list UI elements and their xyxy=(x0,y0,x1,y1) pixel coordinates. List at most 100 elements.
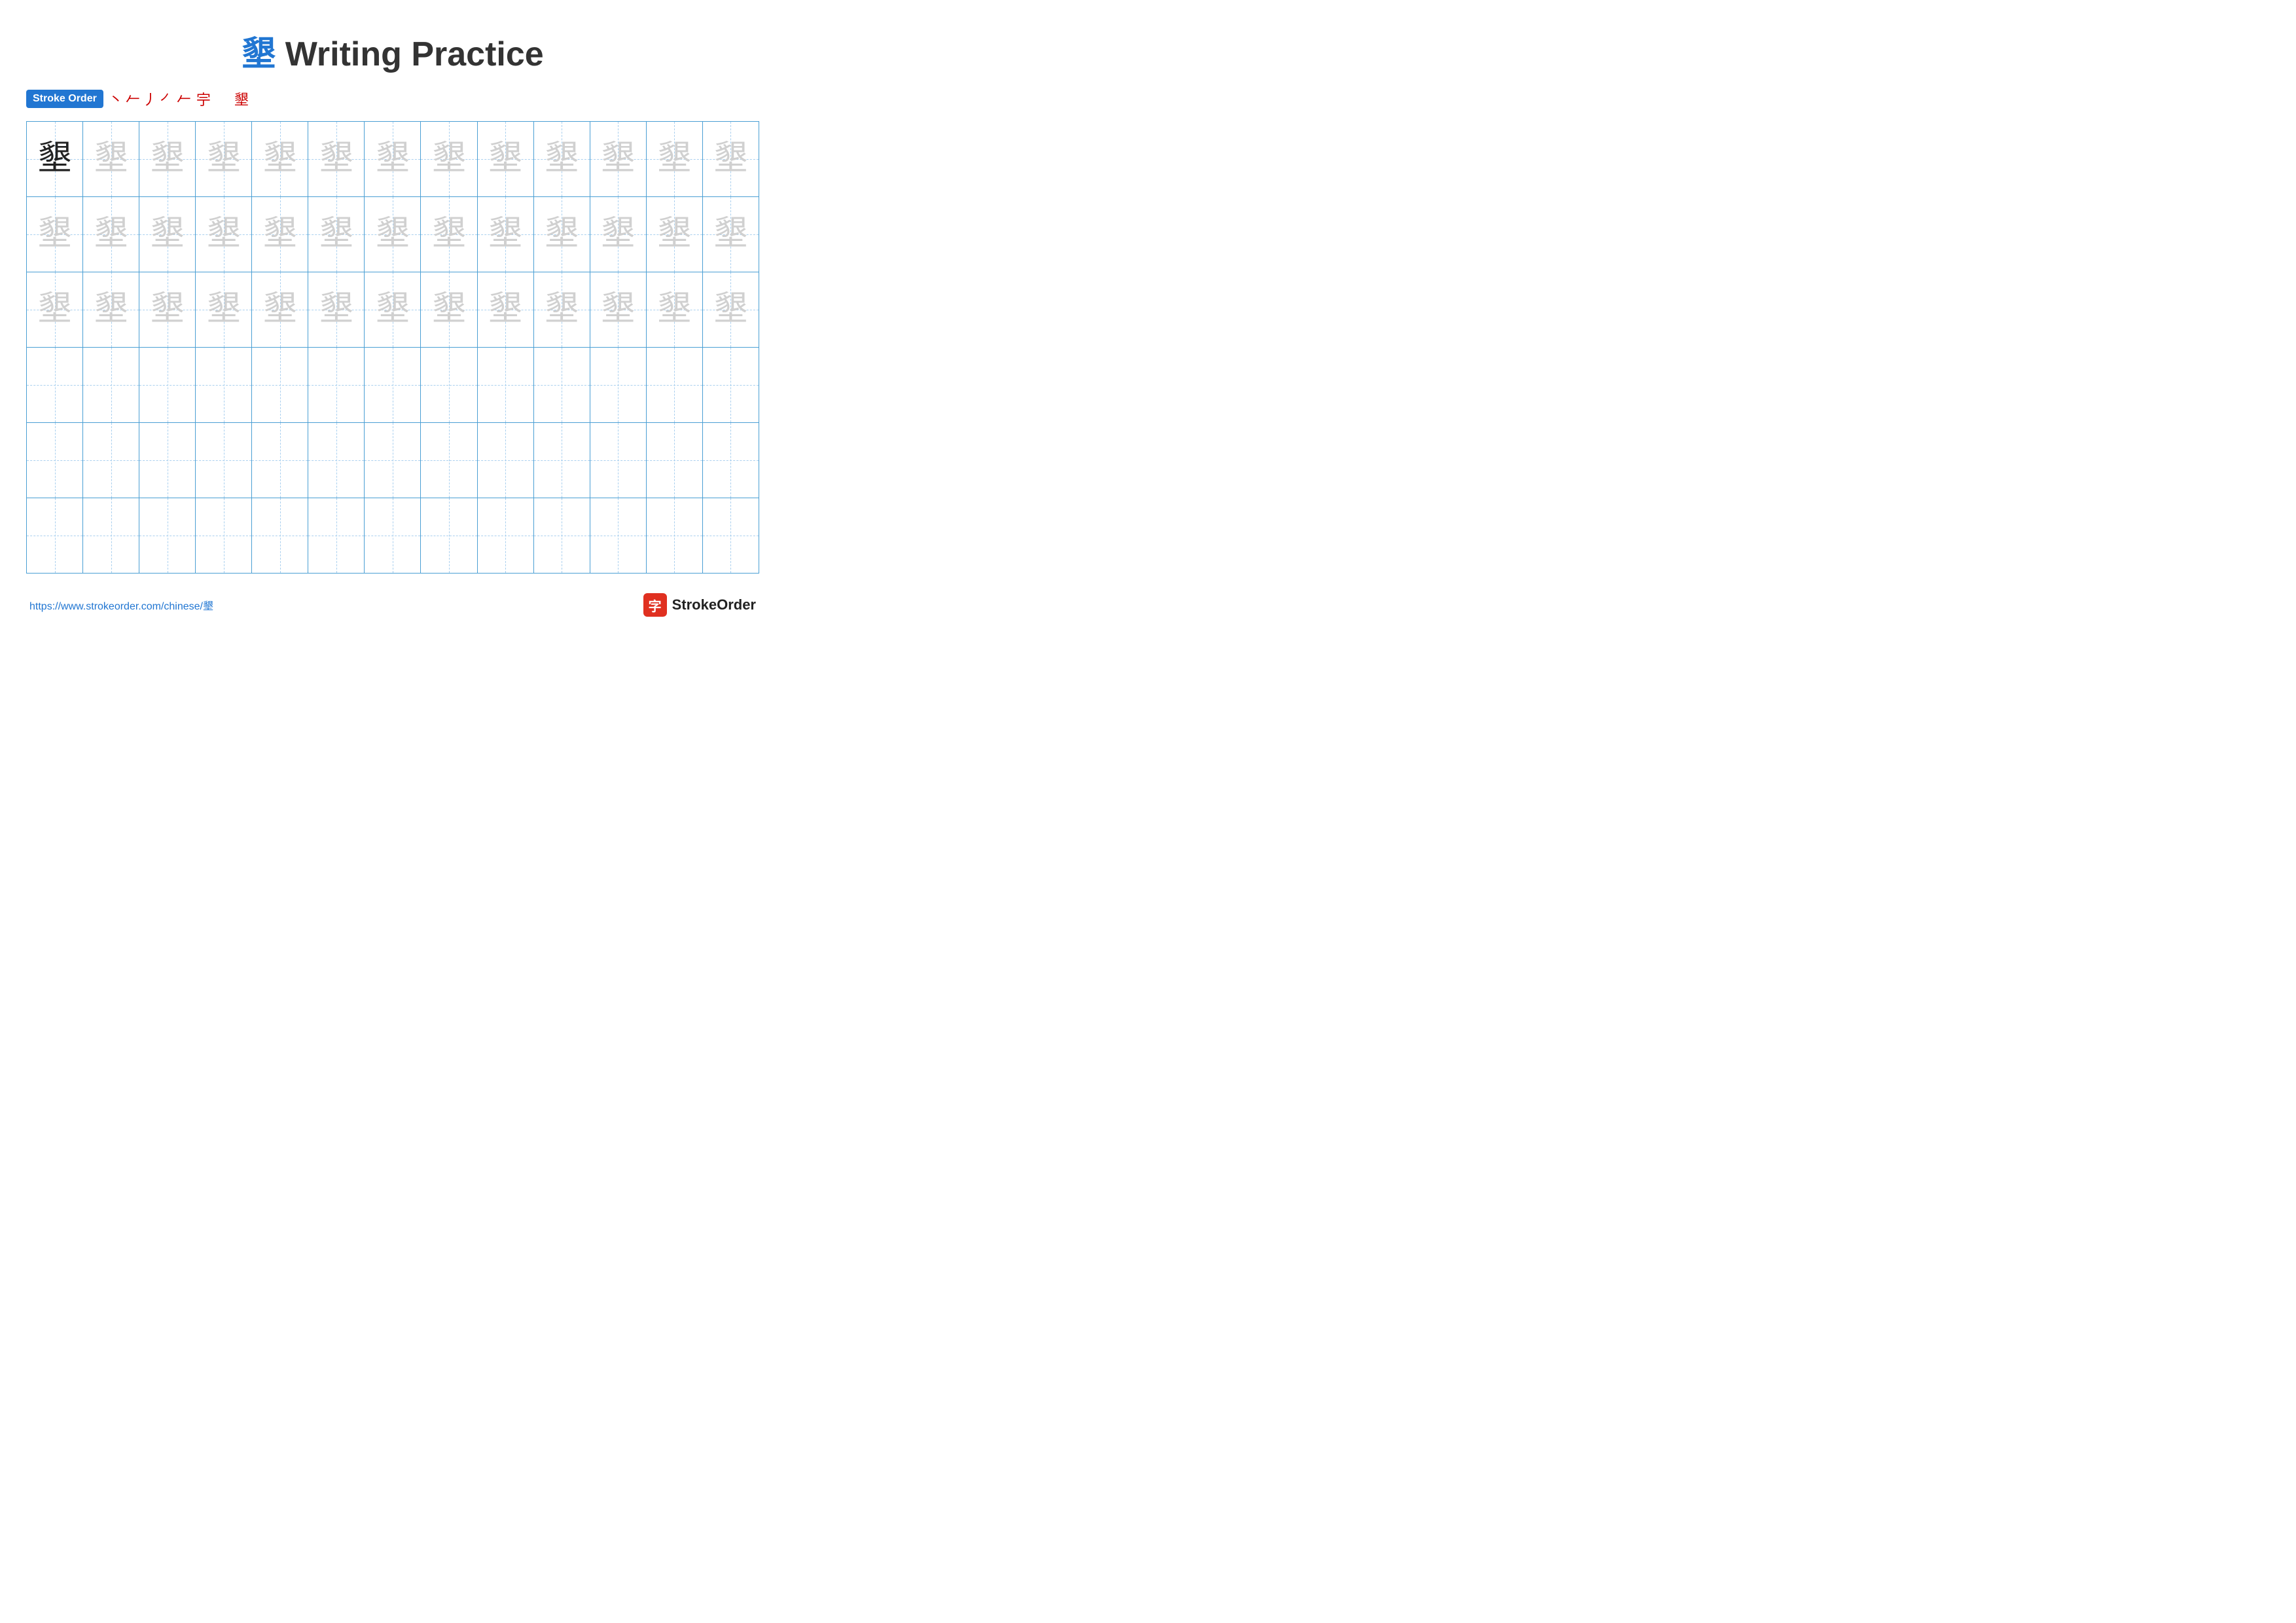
grid-cell[interactable] xyxy=(421,423,477,498)
grid-cell[interactable] xyxy=(308,423,365,498)
grid-cell[interactable]: 墾 xyxy=(702,122,759,197)
grid-cell[interactable] xyxy=(533,348,590,423)
grid-cell[interactable]: 墾 xyxy=(252,122,308,197)
grid-cell[interactable]: 墾 xyxy=(477,197,533,272)
grid-cell[interactable]: 墾 xyxy=(27,122,83,197)
grid-cell[interactable] xyxy=(646,498,702,574)
grid-cell[interactable] xyxy=(308,498,365,574)
grid-cell[interactable]: 墾 xyxy=(27,272,83,348)
grid-cell[interactable] xyxy=(196,498,252,574)
grid-cell[interactable]: 墾 xyxy=(252,272,308,348)
brand-char: 字 xyxy=(649,596,662,615)
stroke-3: 丿 xyxy=(143,88,157,109)
grid-cell[interactable]: 墾 xyxy=(139,272,196,348)
page-title: 墾 Writing Practice xyxy=(26,26,759,75)
grid-cell[interactable] xyxy=(702,423,759,498)
grid-cell[interactable] xyxy=(421,348,477,423)
grid-cell[interactable] xyxy=(702,348,759,423)
char-light: 墾 xyxy=(488,140,522,177)
grid-cell[interactable]: 墾 xyxy=(702,272,759,348)
grid-cell[interactable] xyxy=(421,498,477,574)
grid-cell[interactable] xyxy=(533,498,590,574)
grid-cell[interactable] xyxy=(646,423,702,498)
char-light: 墾 xyxy=(151,291,185,328)
char-light: 墾 xyxy=(207,291,241,328)
grid-cell[interactable] xyxy=(477,498,533,574)
stroke-5: 𠂉 xyxy=(177,88,191,109)
grid-cell[interactable]: 墾 xyxy=(477,272,533,348)
char-light: 墾 xyxy=(488,291,522,328)
grid-cell[interactable] xyxy=(365,498,421,574)
grid-cell[interactable] xyxy=(477,348,533,423)
grid-cell[interactable]: 墾 xyxy=(590,272,646,348)
grid-cell[interactable]: 墾 xyxy=(421,272,477,348)
grid-cell[interactable] xyxy=(365,423,421,498)
char-light: 墾 xyxy=(263,140,297,177)
char-light: 墾 xyxy=(319,140,353,177)
grid-cell[interactable] xyxy=(83,423,139,498)
grid-cell[interactable]: 墾 xyxy=(477,122,533,197)
grid-cell[interactable] xyxy=(27,498,83,574)
grid-cell[interactable]: 墾 xyxy=(533,197,590,272)
grid-cell[interactable]: 墾 xyxy=(27,197,83,272)
grid-cell[interactable]: 墾 xyxy=(308,272,365,348)
grid-cell[interactable]: 墾 xyxy=(252,197,308,272)
brand-icon: 字 xyxy=(643,593,667,617)
grid-cell[interactable]: 墾 xyxy=(83,272,139,348)
practice-row-3: 墾 墾 墾 墾 墾 墾 墾 墾 墾 墾 墾 墾 墾 xyxy=(27,272,759,348)
char-light: 墾 xyxy=(263,291,297,328)
grid-cell[interactable] xyxy=(83,498,139,574)
grid-cell[interactable] xyxy=(590,498,646,574)
grid-cell[interactable]: 墾 xyxy=(533,122,590,197)
grid-cell[interactable]: 墾 xyxy=(308,122,365,197)
grid-cell[interactable] xyxy=(365,348,421,423)
grid-cell[interactable] xyxy=(533,423,590,498)
grid-cell[interactable]: 墾 xyxy=(421,122,477,197)
grid-cell[interactable] xyxy=(139,348,196,423)
grid-cell[interactable] xyxy=(139,423,196,498)
grid-cell[interactable] xyxy=(83,348,139,423)
brand-name: StrokeOrder xyxy=(672,596,756,613)
grid-cell[interactable] xyxy=(196,423,252,498)
grid-cell[interactable]: 墾 xyxy=(421,197,477,272)
grid-cell[interactable]: 墾 xyxy=(196,122,252,197)
grid-cell[interactable]: 墾 xyxy=(308,197,365,272)
grid-cell[interactable] xyxy=(252,423,308,498)
grid-cell[interactable]: 墾 xyxy=(646,197,702,272)
grid-cell[interactable]: 墾 xyxy=(139,197,196,272)
char-light: 墾 xyxy=(432,291,466,328)
grid-cell[interactable]: 墾 xyxy=(590,122,646,197)
grid-cell[interactable] xyxy=(139,498,196,574)
grid-cell[interactable] xyxy=(477,423,533,498)
grid-cell[interactable]: 墾 xyxy=(365,272,421,348)
grid-cell[interactable] xyxy=(590,348,646,423)
grid-cell[interactable]: 墾 xyxy=(533,272,590,348)
stroke-2: 𠂉 xyxy=(126,88,140,109)
grid-cell[interactable]: 墾 xyxy=(139,122,196,197)
grid-cell[interactable] xyxy=(196,348,252,423)
grid-cell[interactable]: 墾 xyxy=(196,197,252,272)
grid-cell[interactable]: 墾 xyxy=(365,197,421,272)
grid-cell[interactable]: 墾 xyxy=(590,197,646,272)
grid-cell[interactable] xyxy=(252,348,308,423)
grid-cell[interactable]: 墾 xyxy=(83,122,139,197)
grid-cell[interactable]: 墾 xyxy=(646,272,702,348)
grid-cell[interactable] xyxy=(590,423,646,498)
grid-cell[interactable]: 墾 xyxy=(83,197,139,272)
char-light: 墾 xyxy=(545,291,579,328)
grid-cell[interactable] xyxy=(27,348,83,423)
footer-url[interactable]: https://www.strokeorder.com/chinese/墾 xyxy=(29,597,213,613)
grid-cell[interactable]: 墾 xyxy=(196,272,252,348)
grid-cell[interactable] xyxy=(702,498,759,574)
grid-cell[interactable]: 墾 xyxy=(365,122,421,197)
char-light: 墾 xyxy=(601,215,635,253)
grid-cell[interactable] xyxy=(252,498,308,574)
grid-cell[interactable] xyxy=(308,348,365,423)
grid-cell[interactable]: 墾 xyxy=(646,122,702,197)
practice-row-6 xyxy=(27,498,759,574)
grid-cell[interactable] xyxy=(27,423,83,498)
grid-cell[interactable] xyxy=(646,348,702,423)
grid-cell[interactable]: 墾 xyxy=(702,197,759,272)
char-light: 墾 xyxy=(263,215,297,253)
char-light: 墾 xyxy=(38,215,72,253)
